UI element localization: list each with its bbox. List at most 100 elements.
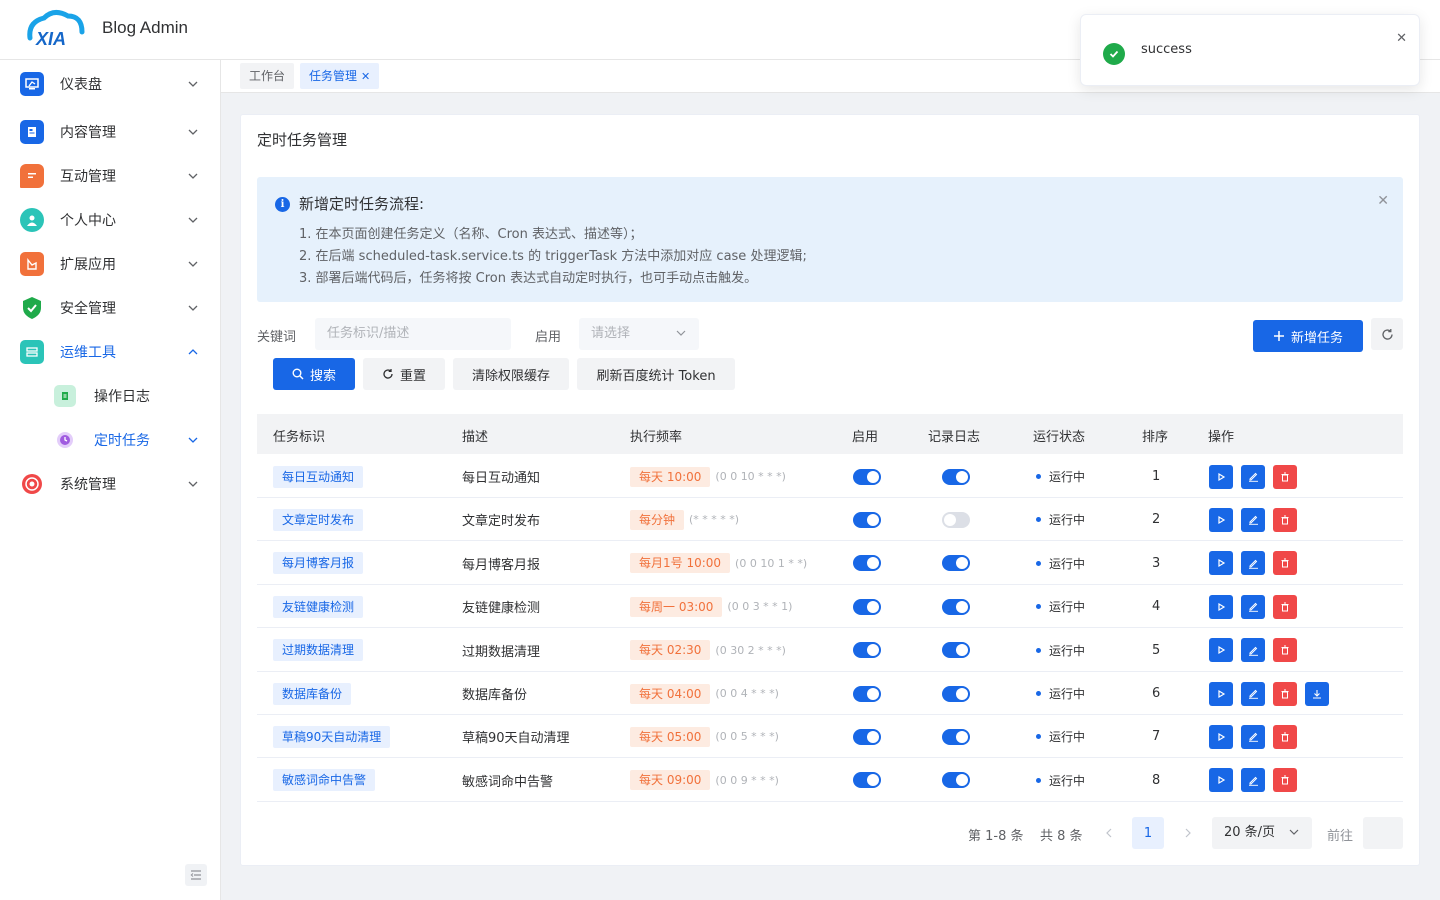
sidebar-item-content[interactable]: 内容管理 xyxy=(0,110,220,154)
edit-task-button[interactable] xyxy=(1241,724,1265,749)
delete-task-button[interactable] xyxy=(1273,551,1297,576)
run-task-button[interactable] xyxy=(1209,681,1233,706)
log-toggle[interactable] xyxy=(942,728,970,745)
delete-task-button[interactable] xyxy=(1273,464,1297,489)
reset-button[interactable]: 重置 xyxy=(363,358,445,390)
frequency-tag: 每天 02:30 xyxy=(630,640,711,661)
task-id-tag: 友链健康检测 xyxy=(273,595,364,618)
reset-label: 重置 xyxy=(399,368,426,384)
task-id-tag: 过期数据清理 xyxy=(273,639,364,662)
collapse-sidebar-button[interactable] xyxy=(185,864,207,886)
enabled-toggle[interactable] xyxy=(853,685,881,702)
sidebar-item-ops-tools[interactable]: 运维工具 xyxy=(0,330,220,374)
run-task-button[interactable] xyxy=(1209,507,1233,532)
refresh-token-button[interactable]: 刷新百度统计 Token xyxy=(577,358,735,390)
user-icon xyxy=(20,208,44,232)
keyword-input[interactable]: 任务标识/描述 xyxy=(315,318,511,350)
run-task-button[interactable] xyxy=(1209,464,1233,489)
delete-task-button[interactable] xyxy=(1273,724,1297,749)
close-icon[interactable]: ✕ xyxy=(1377,193,1389,209)
run-task-button[interactable] xyxy=(1209,724,1233,749)
tab-workbench[interactable]: 工作台 xyxy=(240,63,295,89)
sidebar-item-dashboard[interactable]: 仪表盘 xyxy=(0,62,220,106)
edit-task-button[interactable] xyxy=(1241,638,1265,663)
edit-task-button[interactable] xyxy=(1241,594,1265,619)
enabled-toggle[interactable] xyxy=(853,511,881,528)
delete-task-button[interactable] xyxy=(1273,594,1297,619)
table-row: 每日互动通知 每日互动通知 每天 10:00 (0 0 10 * * *) 运行中 1 xyxy=(257,455,1403,498)
edit-task-button[interactable] xyxy=(1241,768,1265,793)
status-text: 运行中 xyxy=(1049,687,1086,701)
enabled-toggle[interactable] xyxy=(853,642,881,659)
close-icon[interactable]: ✕ xyxy=(1396,31,1407,46)
edit-task-button[interactable] xyxy=(1241,551,1265,576)
app-logo[interactable]: XIA xyxy=(24,8,86,50)
page-number-button[interactable]: 1 xyxy=(1132,817,1164,849)
enabled-label: 启用 xyxy=(535,330,562,345)
task-id-tag: 数据库备份 xyxy=(273,682,352,705)
table-row: 过期数据清理 过期数据清理 每天 02:30 (0 30 2 * * *) 运行中 5 xyxy=(257,629,1403,672)
enabled-toggle[interactable] xyxy=(853,728,881,745)
tab-task-management[interactable]: 任务管理 ✕ xyxy=(300,63,380,89)
download-backup-button[interactable] xyxy=(1305,681,1329,706)
sidebar-item-label: 操作日志 xyxy=(94,389,150,405)
run-task-button[interactable] xyxy=(1209,768,1233,793)
clear-cache-button[interactable]: 清除权限缓存 xyxy=(453,358,569,390)
tab-close-icon[interactable]: ✕ xyxy=(361,70,370,83)
enabled-select[interactable]: 请选择 xyxy=(579,318,699,350)
app-icon xyxy=(20,252,44,276)
chevron-up-icon xyxy=(188,349,198,355)
page-size-select[interactable]: 20 条/页 xyxy=(1212,817,1312,849)
log-toggle[interactable] xyxy=(942,642,970,659)
search-button[interactable]: 搜索 xyxy=(273,358,355,390)
table-row: 草稿90天自动清理 草稿90天自动清理 每天 05:00 (0 0 5 * * *) 运… xyxy=(257,715,1403,759)
column-header: 记录日志 xyxy=(928,430,981,445)
frequency-tag: 每月1号 10:00 xyxy=(630,553,731,574)
run-task-button[interactable] xyxy=(1209,594,1233,619)
sidebar-item-operation-log[interactable]: 操作日志 xyxy=(0,374,220,418)
next-page-icon[interactable] xyxy=(1182,827,1194,839)
delete-task-button[interactable] xyxy=(1273,638,1297,663)
refresh-button[interactable] xyxy=(1371,318,1403,350)
edit-task-button[interactable] xyxy=(1241,464,1265,489)
log-toggle[interactable] xyxy=(942,772,970,789)
log-toggle[interactable] xyxy=(942,685,970,702)
log-toggle[interactable] xyxy=(942,511,970,528)
cron-expression: (0 0 5 * * *) xyxy=(715,730,779,744)
delete-task-button[interactable] xyxy=(1273,768,1297,793)
edit-task-button[interactable] xyxy=(1241,681,1265,706)
run-task-button[interactable] xyxy=(1209,638,1233,663)
sidebar-item-system[interactable]: 系统管理 xyxy=(0,462,220,506)
sidebar-item-extensions[interactable]: 扩展应用 xyxy=(0,242,220,286)
status-dot-icon xyxy=(1036,734,1041,740)
edit-task-button[interactable] xyxy=(1241,507,1265,532)
enabled-toggle[interactable] xyxy=(853,772,881,789)
delete-task-button[interactable] xyxy=(1273,681,1297,706)
search-icon xyxy=(292,368,304,380)
sort-order: 1 xyxy=(1152,469,1161,484)
sidebar-item-profile[interactable]: 个人中心 xyxy=(0,198,220,242)
enabled-toggle[interactable] xyxy=(853,598,881,615)
info-icon: i xyxy=(275,197,290,212)
add-task-button[interactable]: 新增任务 xyxy=(1253,320,1363,352)
column-header: 运行状态 xyxy=(1033,430,1086,445)
task-id-tag: 文章定时发布 xyxy=(273,508,364,531)
prev-page-icon[interactable] xyxy=(1103,827,1115,839)
frequency-tag: 每天 04:00 xyxy=(630,683,711,704)
sidebar-item-scheduled-tasks[interactable]: 定时任务 xyxy=(0,418,220,462)
enabled-toggle[interactable] xyxy=(853,468,881,485)
log-toggle[interactable] xyxy=(942,598,970,615)
column-header: 描述 xyxy=(462,430,489,445)
sidebar-item-security[interactable]: 安全管理 xyxy=(0,286,220,330)
log-toggle[interactable] xyxy=(942,468,970,485)
goto-page-input[interactable] xyxy=(1363,817,1403,849)
add-task-label: 新增任务 xyxy=(1290,330,1343,346)
alert-title: 新增定时任务流程: xyxy=(299,195,425,213)
log-toggle[interactable] xyxy=(942,555,970,572)
enabled-toggle[interactable] xyxy=(853,555,881,572)
document-icon xyxy=(20,120,44,144)
delete-task-button[interactable] xyxy=(1273,507,1297,532)
run-task-button[interactable] xyxy=(1209,551,1233,576)
cron-expression: (0 30 2 * * *) xyxy=(715,643,786,657)
sidebar-item-interaction[interactable]: 互动管理 xyxy=(0,154,220,198)
